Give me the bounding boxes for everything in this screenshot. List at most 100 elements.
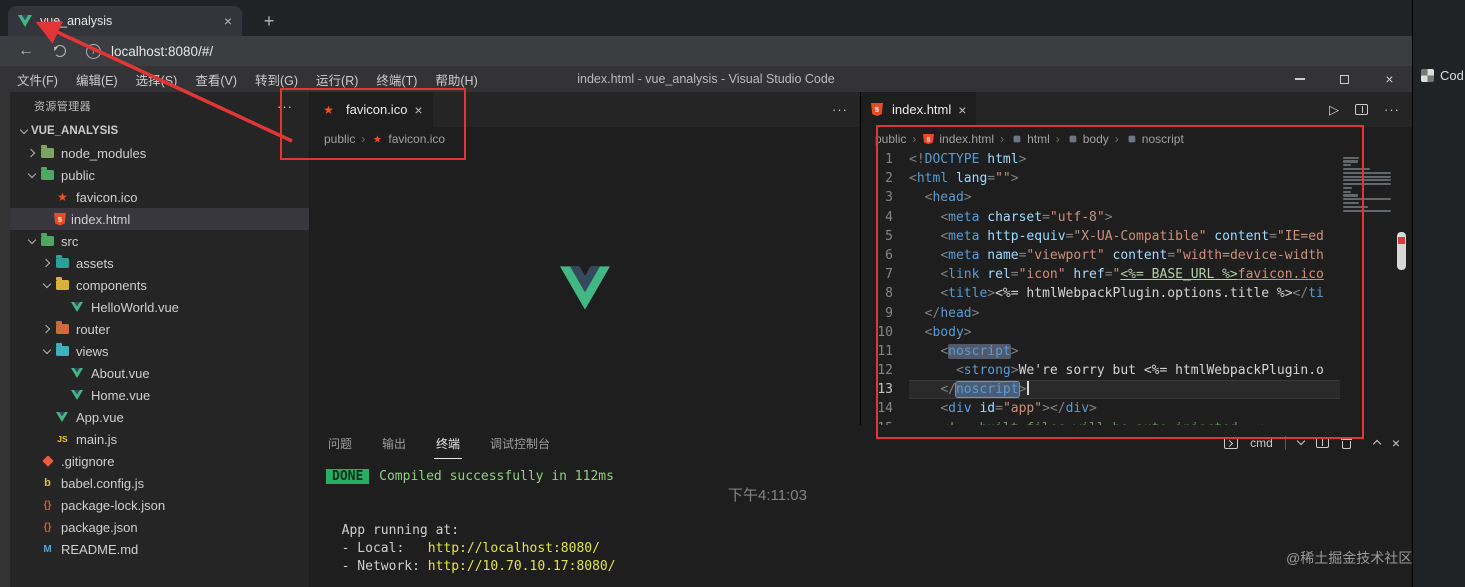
split-editor-icon[interactable]	[1355, 104, 1368, 115]
menu-item[interactable]: 选择(S)	[127, 70, 187, 89]
symbol-icon	[1011, 133, 1022, 143]
info-icon[interactable]: i	[86, 43, 101, 59]
tree-item-.gitignore[interactable]: .gitignore	[10, 450, 309, 472]
refresh-icon[interactable]	[54, 45, 66, 57]
tree-item-components[interactable]: components	[10, 274, 309, 296]
editor1-more-actions-icon[interactable]: ···	[832, 102, 848, 117]
panel-tab-调试控制台[interactable]: 调试控制台	[488, 427, 552, 459]
code-line[interactable]: <head>	[909, 188, 1340, 207]
menu-item[interactable]: 转到(G)	[246, 70, 307, 89]
menu-item[interactable]: 帮助(H)	[426, 70, 486, 89]
tree-item-label: package.json	[61, 519, 138, 535]
tab-close-icon[interactable]: ×	[958, 103, 966, 117]
breadcrumb-item-body[interactable]: body	[1066, 132, 1109, 146]
close-button[interactable]: ×	[1367, 66, 1412, 92]
panel-tab-输出[interactable]: 输出	[380, 427, 408, 459]
split-terminal-icon[interactable]	[1315, 437, 1329, 448]
tree-item-main.js[interactable]: main.js	[10, 428, 309, 450]
tab-favicon-ico[interactable]: favicon.ico ×	[310, 92, 434, 127]
tree-item-assets[interactable]: assets	[10, 252, 309, 274]
breadcrumb-separator: ›	[1055, 131, 1060, 146]
code-panel-header[interactable]: Cod	[1413, 68, 1465, 83]
shell-label[interactable]: cmd	[1250, 436, 1273, 450]
tab-index-html[interactable]: index.html ×	[861, 92, 978, 127]
code-line[interactable]: </noscript>	[909, 380, 1340, 400]
tree-item-node_modules[interactable]: node_modules	[10, 142, 309, 164]
line-number: 6	[885, 247, 893, 263]
menu-item[interactable]: 文件(F)	[8, 70, 67, 89]
code-line[interactable]: <meta charset="utf-8">	[909, 208, 1340, 227]
tree-item-About.vue[interactable]: About.vue	[10, 362, 309, 384]
back-icon[interactable]: ←	[18, 43, 34, 59]
tree-item-App.vue[interactable]: App.vue	[10, 406, 309, 428]
code-line[interactable]: </head>	[909, 304, 1340, 323]
tree-item-README.md[interactable]: README.md	[10, 538, 309, 560]
code-editor[interactable]: 123456789101112131415 <!DOCTYPE html><ht…	[861, 150, 1340, 425]
kill-terminal-icon[interactable]	[1340, 437, 1352, 449]
code-line[interactable]: <!DOCTYPE html>	[909, 150, 1340, 169]
code-line[interactable]: <noscript>	[909, 342, 1340, 361]
explorer-actions-icon[interactable]: ···	[277, 99, 293, 114]
code-line[interactable]: <meta name="viewport" content="width=dev…	[909, 246, 1340, 265]
menu-bar: 文件(F) 编辑(E) 选择(S) 查看(V) 转到(G) 运行(R) 终端(T) 帮助(H)	[8, 70, 487, 89]
json-icon	[39, 519, 56, 535]
breadcrumb-separator: ›	[361, 131, 366, 146]
vscode-title-bar: 文件(F) 编辑(E) 选择(S) 查看(V) 转到(G) 运行(R) 终端(T) 帮助(H)…	[0, 66, 1412, 92]
breadcrumb-label: index.html	[939, 131, 995, 146]
url-text[interactable]: localhost:8080/#/	[111, 44, 213, 59]
tree-item-views[interactable]: views	[10, 340, 309, 362]
code-line[interactable]: <body>	[909, 323, 1340, 342]
tab-close-icon[interactable]: ×	[414, 103, 422, 117]
tree-item-public[interactable]: public	[10, 164, 309, 186]
code-line[interactable]: <link rel="icon" href="<%= BASE_URL %>fa…	[909, 265, 1340, 284]
menu-item[interactable]: 编辑(E)	[67, 70, 127, 89]
browser-tab-close-icon[interactable]: ×	[224, 14, 232, 28]
breadcrumb-item-public[interactable]: public	[324, 132, 355, 146]
open-preview-icon[interactable]: ▷	[1329, 102, 1339, 118]
maximize-panel-icon[interactable]	[1372, 439, 1382, 449]
tree-item-package.json[interactable]: package.json	[10, 516, 309, 538]
panel-tab-终端[interactable]: 终端	[434, 427, 463, 459]
tree-item-favicon.ico[interactable]: favicon.ico	[10, 186, 309, 208]
browser-tab[interactable]: vue_analysis ×	[8, 6, 242, 36]
symbol-icon	[1126, 133, 1137, 143]
tree-item-router[interactable]: router	[10, 318, 309, 340]
breadcrumb-item-public[interactable]: public	[875, 132, 906, 146]
code-line[interactable]: <title><%= htmlWebpackPlugin.options.tit…	[909, 284, 1340, 303]
terminal-link[interactable]: http://10.70.10.17:8080/	[428, 559, 616, 574]
tree-item-package-lock.json[interactable]: package-lock.json	[10, 494, 309, 516]
json-icon	[39, 497, 56, 513]
terminal-line: - Local: http://localhost:8080/	[326, 540, 1412, 558]
code-line[interactable]: <div id="app"></div>	[909, 399, 1340, 418]
menu-item[interactable]: 查看(V)	[186, 70, 246, 89]
tree-item-Home.vue[interactable]: Home.vue	[10, 384, 309, 406]
breadcrumb-item-index.html[interactable]: index.html	[922, 132, 994, 146]
close-panel-icon[interactable]: ×	[1392, 436, 1400, 450]
panel-tab-问题[interactable]: 问题	[326, 427, 354, 459]
activity-bar[interactable]	[0, 92, 10, 587]
tree-item-babel.config.js[interactable]: babel.config.js	[10, 472, 309, 494]
tree-item-HelloWorld.vue[interactable]: HelloWorld.vue	[10, 296, 309, 318]
new-tab-button[interactable]: +	[256, 8, 282, 34]
minimap-line	[1343, 171, 1391, 174]
chevron-down-icon	[16, 130, 31, 133]
menu-item[interactable]: 运行(R)	[307, 70, 367, 89]
chevron-down-icon[interactable]	[1296, 436, 1306, 446]
code-line[interactable]: <meta http-equiv="X-UA-Compatible" conte…	[909, 227, 1340, 246]
explorer-root-row[interactable]: VUE_ANALYSIS	[10, 120, 309, 142]
code-line[interactable]: <strong>We're sorry but <%= htmlWebpackP…	[909, 361, 1340, 380]
menu-item[interactable]: 终端(T)	[367, 70, 426, 89]
terminal-link[interactable]: http://localhost:8080/	[428, 541, 600, 556]
code-line[interactable]: <html lang="">	[909, 169, 1340, 188]
editor2-more-actions-icon[interactable]: ···	[1384, 102, 1400, 117]
tree-item-index.html[interactable]: index.html	[10, 208, 309, 230]
tree-item-src[interactable]: src	[10, 230, 309, 252]
maximize-button[interactable]	[1322, 66, 1367, 92]
breadcrumb-item-favicon.ico[interactable]: favicon.ico	[371, 132, 445, 146]
breadcrumb-item-noscript[interactable]: noscript	[1125, 132, 1184, 146]
minimap[interactable]	[1340, 150, 1394, 425]
breadcrumb-item-html[interactable]: html	[1010, 132, 1050, 146]
terminal-output[interactable]: DONE Compiled successfully in 112ms App …	[310, 460, 1412, 576]
minimize-button[interactable]	[1277, 66, 1322, 92]
